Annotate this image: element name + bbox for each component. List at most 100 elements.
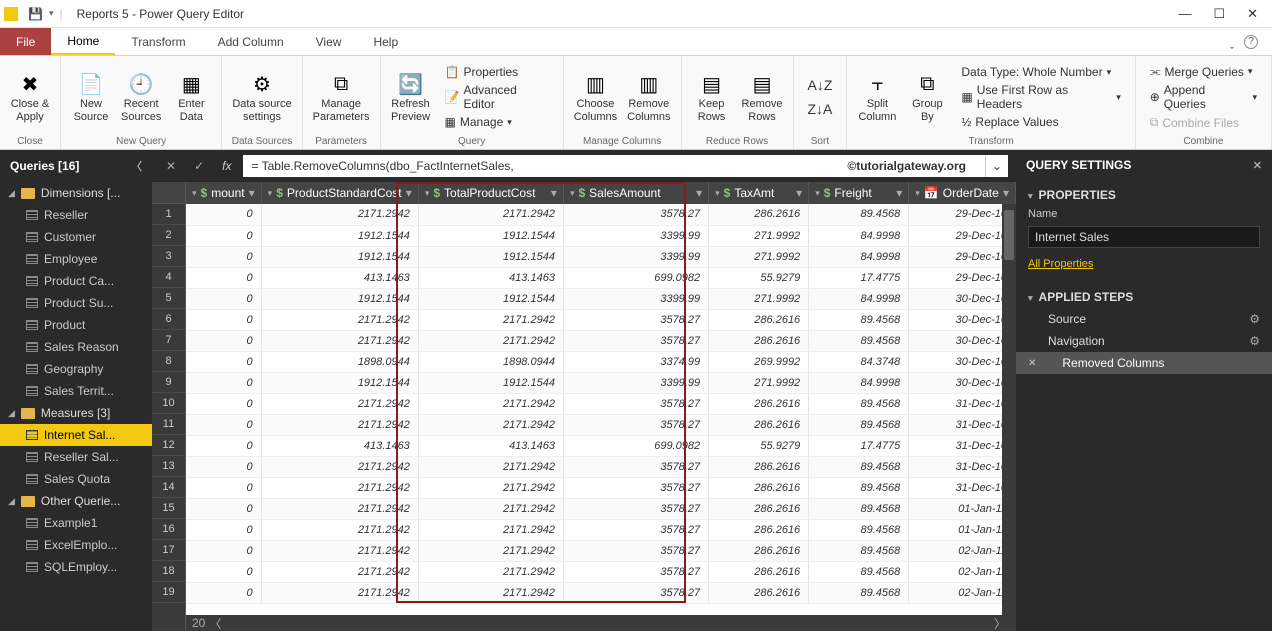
table-cell[interactable]: 3578.27 — [563, 330, 708, 351]
step-gear-icon[interactable]: ⚙ — [1249, 312, 1260, 326]
help-icon[interactable]: ? — [1244, 35, 1258, 49]
table-cell[interactable]: 0 — [186, 582, 261, 603]
tree-item[interactable]: Employee — [0, 248, 152, 270]
column-header[interactable]: ▾$TaxAmt▾ — [709, 182, 809, 204]
tab-help[interactable]: Help — [357, 28, 414, 55]
table-cell[interactable]: 2171.2942 — [261, 477, 418, 498]
column-header[interactable]: ▾$Freight▾ — [809, 182, 909, 204]
horizontal-scrollbar[interactable]: 20 〈 〉 — [186, 615, 1016, 631]
table-cell[interactable]: 89.4568 — [809, 498, 909, 519]
row-number[interactable]: 2 — [152, 225, 185, 246]
table-cell[interactable]: 3578.27 — [563, 414, 708, 435]
column-header[interactable]: ▾$SalesAmount▾ — [563, 182, 708, 204]
table-row[interactable]: 02171.29422171.29423578.27286.261689.456… — [186, 456, 1016, 477]
close-window-button[interactable]: ✕ — [1247, 6, 1258, 22]
table-cell[interactable]: 2171.2942 — [418, 498, 563, 519]
properties-button[interactable]: 📋Properties — [441, 64, 553, 80]
table-cell[interactable]: 0 — [186, 330, 261, 351]
table-row[interactable]: 02171.29422171.29423578.27286.261689.456… — [186, 330, 1016, 351]
table-row[interactable]: 01912.15441912.15443399.99271.999284.999… — [186, 246, 1016, 267]
row-number[interactable]: 17 — [152, 540, 185, 561]
tree-item[interactable]: Internet Sal... — [0, 424, 152, 446]
row-number[interactable]: 13 — [152, 456, 185, 477]
table-cell[interactable]: 3374.99 — [563, 351, 708, 372]
table-cell[interactable]: 01-Jan-11 — [909, 519, 1016, 540]
table-cell[interactable]: 89.4568 — [809, 204, 909, 225]
table-cell[interactable]: 2171.2942 — [261, 540, 418, 561]
applied-step[interactable]: ✕Removed Columns — [1016, 352, 1272, 374]
table-cell[interactable]: 3578.27 — [563, 393, 708, 414]
table-cell[interactable]: 89.4568 — [809, 519, 909, 540]
table-cell[interactable]: 55.9279 — [709, 267, 809, 288]
table-cell[interactable]: 31-Dec-10 — [909, 477, 1016, 498]
tree-item[interactable]: Product — [0, 314, 152, 336]
scroll-left-icon[interactable]: 〈 — [205, 615, 225, 632]
formula-input[interactable] — [243, 155, 984, 177]
table-cell[interactable]: 3578.27 — [563, 498, 708, 519]
enter-data-button[interactable]: ▦Enter Data — [167, 60, 215, 134]
table-cell[interactable]: 2171.2942 — [261, 204, 418, 225]
row-number[interactable]: 11 — [152, 414, 185, 435]
table-cell[interactable]: 2171.2942 — [261, 414, 418, 435]
table-cell[interactable]: 84.9998 — [809, 372, 909, 393]
column-header[interactable]: ▾📅OrderDate▾ — [909, 182, 1016, 204]
tree-folder[interactable]: ◢Other Querie... — [0, 490, 152, 512]
recent-sources-button[interactable]: 🕘Recent Sources — [117, 60, 165, 134]
table-cell[interactable]: 0 — [186, 225, 261, 246]
row-number[interactable]: 7 — [152, 330, 185, 351]
row-number[interactable]: 15 — [152, 498, 185, 519]
table-cell[interactable]: 0 — [186, 372, 261, 393]
dropdown-icon[interactable]: ▾ — [915, 188, 920, 199]
table-cell[interactable]: 89.4568 — [809, 456, 909, 477]
table-cell[interactable]: 0 — [186, 246, 261, 267]
first-row-headers-button[interactable]: ▦Use First Row as Headers▾ — [957, 82, 1124, 112]
table-cell[interactable]: 2171.2942 — [418, 309, 563, 330]
table-row[interactable]: 02171.29422171.29423578.27286.261689.456… — [186, 309, 1016, 330]
table-cell[interactable]: 84.9998 — [809, 246, 909, 267]
table-cell[interactable]: 3578.27 — [563, 519, 708, 540]
filter-icon[interactable]: ▾ — [551, 186, 557, 200]
table-cell[interactable]: 286.2616 — [709, 456, 809, 477]
table-cell[interactable]: 0 — [186, 435, 261, 456]
table-cell[interactable]: 0 — [186, 561, 261, 582]
refresh-preview-button[interactable]: 🔄Refresh Preview — [387, 60, 435, 134]
table-row[interactable]: 02171.29422171.29423578.27286.261689.456… — [186, 393, 1016, 414]
tab-file[interactable]: File — [0, 28, 51, 55]
manage-parameters-button[interactable]: ⧉Manage Parameters — [309, 60, 374, 134]
table-cell[interactable]: 1912.1544 — [418, 246, 563, 267]
column-header[interactable]: ▾$mount▾ — [186, 182, 261, 204]
table-cell[interactable]: 3578.27 — [563, 540, 708, 561]
table-cell[interactable]: 286.2616 — [709, 204, 809, 225]
table-cell[interactable]: 413.1463 — [261, 267, 418, 288]
tree-item[interactable]: Geography — [0, 358, 152, 380]
row-number[interactable]: 4 — [152, 267, 185, 288]
row-number[interactable]: 8 — [152, 351, 185, 372]
advanced-editor-button[interactable]: 📝Advanced Editor — [441, 82, 553, 112]
qat-dropdown-icon[interactable]: ▾ — [49, 8, 54, 19]
table-cell[interactable]: 89.4568 — [809, 477, 909, 498]
tree-item[interactable]: ExcelEmplo... — [0, 534, 152, 556]
table-cell[interactable]: 0 — [186, 351, 261, 372]
row-number[interactable]: 14 — [152, 477, 185, 498]
table-cell[interactable]: 84.9998 — [809, 288, 909, 309]
table-cell[interactable]: 3578.27 — [563, 456, 708, 477]
table-cell[interactable]: 1912.1544 — [418, 225, 563, 246]
tree-item[interactable]: Product Ca... — [0, 270, 152, 292]
column-header[interactable]: ▾$TotalProductCost▾ — [418, 182, 563, 204]
dropdown-icon[interactable]: ▾ — [192, 188, 197, 199]
tree-item[interactable]: Reseller — [0, 204, 152, 226]
table-cell[interactable]: 0 — [186, 393, 261, 414]
table-cell[interactable]: 31-Dec-10 — [909, 393, 1016, 414]
dropdown-icon[interactable]: ▾ — [715, 188, 720, 199]
table-row[interactable]: 02171.29422171.29423578.27286.261689.456… — [186, 540, 1016, 561]
table-cell[interactable]: 89.4568 — [809, 309, 909, 330]
table-cell[interactable]: 0 — [186, 456, 261, 477]
combine-files-button[interactable]: ⧉Combine Files — [1146, 114, 1261, 131]
table-cell[interactable]: 55.9279 — [709, 435, 809, 456]
filter-icon[interactable]: ▾ — [1003, 186, 1009, 200]
table-cell[interactable]: 01-Jan-11 — [909, 498, 1016, 519]
table-cell[interactable]: 17.4775 — [809, 435, 909, 456]
table-cell[interactable]: 413.1463 — [261, 435, 418, 456]
table-cell[interactable]: 0 — [186, 498, 261, 519]
table-row[interactable]: 0413.1463413.1463699.098255.927917.47752… — [186, 267, 1016, 288]
